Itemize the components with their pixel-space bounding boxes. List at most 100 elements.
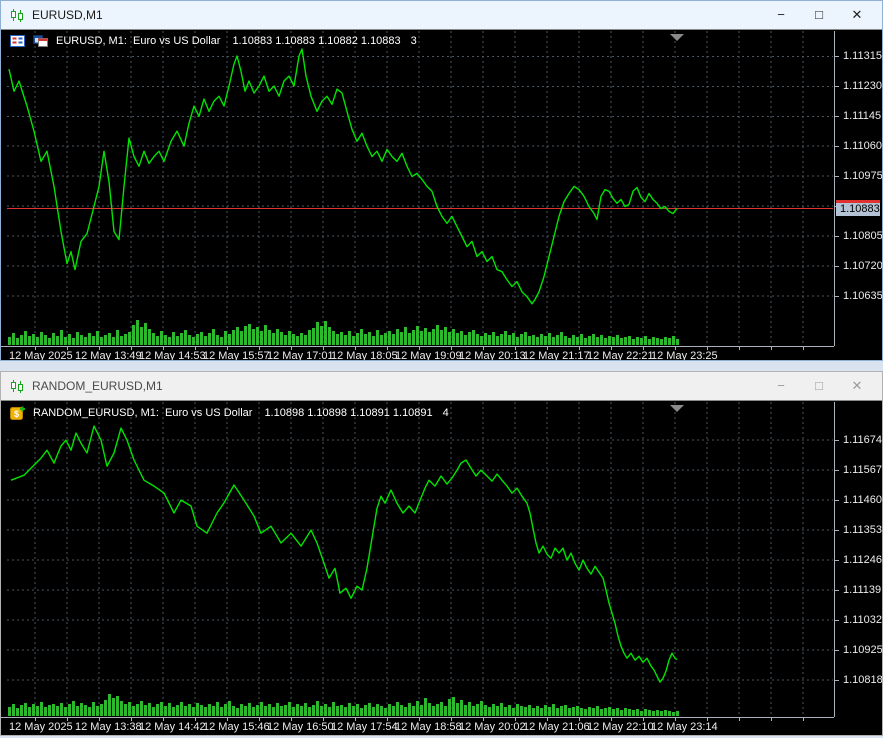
volume-bar: [8, 707, 11, 716]
volume-bar: [376, 704, 379, 716]
chart-spread-value: 3: [410, 35, 417, 47]
maximize-button[interactable]: □: [800, 373, 838, 399]
price-axis-tick: [835, 296, 839, 297]
volume-bar: [260, 331, 263, 345]
price-tick-label: 1.10818: [843, 674, 882, 686]
minimize-button[interactable]: −: [762, 373, 800, 399]
volume-bar: [464, 705, 467, 716]
quotes-table-icon[interactable]: [10, 35, 25, 47]
time-axis[interactable]: 12 May 2025 12 May 13:38 12 May 14:42 12 Ma…: [1, 717, 834, 735]
volume-bar: [628, 336, 631, 345]
volume-bar: [44, 335, 47, 345]
volume-bar: [172, 707, 175, 716]
volume-bar: [640, 711, 643, 716]
chart-window-random-eurusd[interactable]: RANDOM_EURUSD,M1 − □ ✕ $ RANDOM_EURUSD, …: [0, 371, 883, 736]
time-axis-tick: [803, 347, 804, 350]
volume-bar: [32, 704, 35, 716]
close-button[interactable]: ✕: [838, 373, 876, 399]
volume-bar: [36, 337, 39, 345]
time-tick-label: 12 May 21:17: [523, 350, 590, 360]
volume-bar: [136, 704, 139, 716]
volume-bar: [156, 336, 159, 345]
volume-bar: [404, 707, 407, 716]
volume-bar: [672, 336, 675, 345]
volume-bar: [432, 329, 435, 345]
price-axis[interactable]: 1.11674 1.11567 1.11460 1.11353 1.11246 1.111…: [834, 402, 882, 717]
volume-bar: [140, 701, 143, 716]
volume-bar: [636, 709, 639, 716]
time-tick-label: 12 May 15:46: [203, 721, 270, 733]
volume-bar: [376, 330, 379, 345]
price-axis-tick: [835, 500, 839, 501]
volume-bar: [192, 337, 195, 345]
titlebar-eurusd[interactable]: EURUSD,M1 − □ ✕: [1, 1, 882, 29]
volume-bar: [428, 703, 431, 716]
volume-bar: [48, 338, 51, 345]
candlestick-chart-icon: [9, 379, 25, 394]
volume-bar: [304, 703, 307, 716]
price-tick-label: 1.10925: [843, 644, 882, 656]
volume-bar: [588, 707, 591, 716]
volume-bar: [208, 333, 211, 345]
close-button[interactable]: ✕: [838, 2, 876, 28]
volume-bar: [52, 333, 55, 345]
chart-client-area[interactable]: EURUSD, M1: Euro vs US Dollar 1.10883 1.…: [1, 29, 882, 360]
volume-bar: [500, 334, 503, 345]
chart-client-area[interactable]: $ RANDOM_EURUSD, M1: Euro vs US Dollar 1…: [1, 400, 882, 735]
volume-bar: [676, 339, 679, 345]
volume-bar: [532, 708, 535, 716]
volume-bar: [536, 337, 539, 345]
window-title: EURUSD,M1: [32, 8, 103, 22]
svg-text:$: $: [14, 409, 19, 419]
volume-bar: [224, 704, 227, 716]
maximize-button[interactable]: □: [800, 2, 838, 28]
tiled-windows-icon[interactable]: [33, 35, 48, 47]
volume-bar: [476, 704, 479, 716]
volume-bar: [20, 705, 23, 716]
volume-bar: [480, 701, 483, 716]
time-tick-label: 12 May 21:06: [523, 721, 590, 733]
volume-bar: [80, 703, 83, 716]
time-tick-label: 12 May 16:50: [267, 721, 334, 733]
volume-bar: [576, 337, 579, 345]
time-tick-label: 12 May 2025: [9, 350, 73, 360]
price-chart-plot[interactable]: [7, 31, 833, 346]
chart-symbol-description: EURUSD, M1: Euro vs US Dollar: [56, 35, 221, 47]
time-axis[interactable]: 12 May 2025 12 May 13:49 12 May 14:53 12 Ma…: [1, 346, 834, 360]
volume-bar: [408, 703, 411, 716]
volume-bar: [332, 702, 335, 716]
volume-bar: [424, 328, 427, 345]
custom-symbol-icon[interactable]: $: [10, 406, 25, 420]
price-line-series: [10, 425, 678, 683]
volume-bar: [164, 706, 167, 716]
volume-bar: [112, 698, 115, 716]
titlebar-random-eurusd[interactable]: RANDOM_EURUSD,M1 − □ ✕: [1, 372, 882, 400]
price-axis[interactable]: 1.11315 1.11230 1.11145 1.11060 1.10975 1.108…: [834, 31, 882, 346]
volume-bar: [388, 331, 391, 345]
price-axis-tick: [835, 116, 839, 117]
volume-bar: [668, 338, 671, 345]
volume-bar: [436, 704, 439, 716]
volume-bar: [656, 338, 659, 345]
chart-window-eurusd[interactable]: EURUSD,M1 − □ ✕ EURUSD, M1: Euro vs US D…: [0, 0, 883, 361]
time-tick-label: 12 May 13:38: [75, 721, 142, 733]
volume-bar: [104, 335, 107, 345]
volume-bar: [572, 335, 575, 345]
volume-bar: [140, 327, 143, 345]
volume-bar: [480, 336, 483, 345]
time-tick-label: 12 May 20:13: [459, 350, 526, 360]
price-tick-label: 1.10720: [843, 260, 882, 272]
time-tick-label: 12 May 14:42: [139, 721, 206, 733]
volume-bar: [484, 705, 487, 716]
volume-bar: [524, 707, 527, 716]
volume-bar: [464, 335, 467, 345]
volume-bar: [180, 702, 183, 716]
volume-bar: [600, 709, 603, 716]
volume-bar: [276, 329, 279, 345]
minimize-button[interactable]: −: [762, 2, 800, 28]
price-chart-plot[interactable]: [7, 402, 833, 717]
volume-bar: [308, 707, 311, 716]
time-tick-label: 12 May 19:09: [395, 350, 462, 360]
volume-bar: [600, 335, 603, 345]
volume-bar: [324, 321, 327, 345]
